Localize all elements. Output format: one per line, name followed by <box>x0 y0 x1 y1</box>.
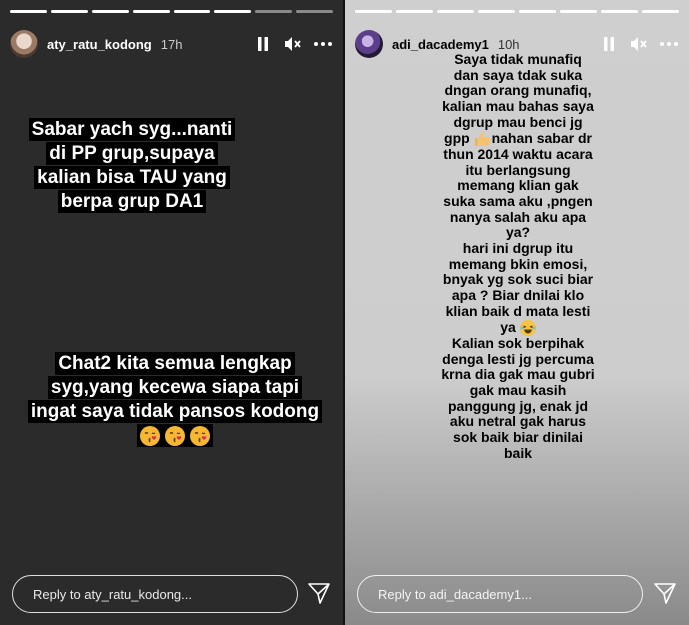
reply-input[interactable] <box>31 585 275 603</box>
progress-segment <box>132 10 170 13</box>
mute-icon[interactable] <box>629 34 649 54</box>
progress-segment <box>255 10 293 13</box>
progress-segment <box>478 10 515 13</box>
reply-box[interactable] <box>357 575 643 613</box>
caption-line: ingat saya tidak pansos kodong <box>27 400 323 423</box>
emoji-row <box>136 424 214 447</box>
more-options-icon[interactable] <box>659 34 679 54</box>
progress-segment <box>601 10 638 13</box>
progress-segment <box>519 10 556 13</box>
kissing-face-emoji-icon <box>139 425 160 446</box>
caption-line: berpa grup DA1 <box>57 190 207 213</box>
caption-line: Sabar yach syg...nanti <box>28 118 236 141</box>
progress-segment <box>91 10 129 13</box>
progress-segment <box>396 10 433 13</box>
story-progress-bar <box>10 10 333 13</box>
progress-segment <box>560 10 597 13</box>
username[interactable]: aty_ratu_kodong <box>47 37 152 52</box>
timestamp: 10h <box>497 36 520 52</box>
story-header: aty_ratu_kodong 17h <box>10 28 333 60</box>
story-text: Saya tidak munafiq dan saya tdak suka dn… <box>405 51 631 461</box>
kissing-face-emoji-icon <box>190 425 211 446</box>
send-icon[interactable] <box>653 581 677 605</box>
story-caption-top: Sabar yach syg...nanti di PP grup,supaya… <box>12 118 252 214</box>
story-caption-bottom: Chat2 kita semua lengkap syg,yang kecewa… <box>20 352 330 448</box>
thumbs-up-emoji-icon <box>474 131 492 147</box>
timestamp: 17h <box>160 36 183 52</box>
progress-segment <box>355 10 392 13</box>
progress-segment <box>173 10 211 13</box>
pause-icon[interactable] <box>253 34 273 54</box>
caption-line: di PP grup,supaya <box>46 142 218 165</box>
avatar[interactable] <box>10 30 38 58</box>
progress-segment <box>10 10 47 13</box>
story-panel-right[interactable]: adi_dacademy1 10h Saya tidak munafiq dan… <box>345 0 689 625</box>
caption-line: Chat2 kita semua lengkap <box>55 352 295 375</box>
reply-box[interactable] <box>12 575 298 613</box>
reply-input[interactable] <box>376 585 620 603</box>
progress-segment <box>642 10 679 13</box>
caption-line: syg,yang kecewa siapa tapi <box>47 376 303 399</box>
progress-segment <box>50 10 88 13</box>
mute-icon[interactable] <box>283 34 303 54</box>
story-text-part: nahan sabar dr thun 2014 waktu acara itu… <box>442 129 594 335</box>
story-panel-left[interactable]: aty_ratu_kodong 17h Sabar yach syg...nan… <box>0 0 343 625</box>
send-icon[interactable] <box>307 581 331 605</box>
username[interactable]: adi_dacademy1 <box>392 37 489 52</box>
progress-segment <box>214 10 252 13</box>
kissing-face-emoji-icon <box>165 425 185 446</box>
pause-icon[interactable] <box>599 34 619 54</box>
caption-line: kalian bisa TAU yang <box>34 166 230 189</box>
avatar[interactable] <box>355 30 383 58</box>
progress-segment <box>296 10 333 13</box>
progress-segment <box>437 10 474 13</box>
more-options-icon[interactable] <box>313 34 333 54</box>
story-progress-bar <box>355 10 679 13</box>
laughing-face-emoji-icon <box>519 319 536 336</box>
story-text-part: Kalian sok berpihak denga lesti jg percu… <box>441 334 595 461</box>
